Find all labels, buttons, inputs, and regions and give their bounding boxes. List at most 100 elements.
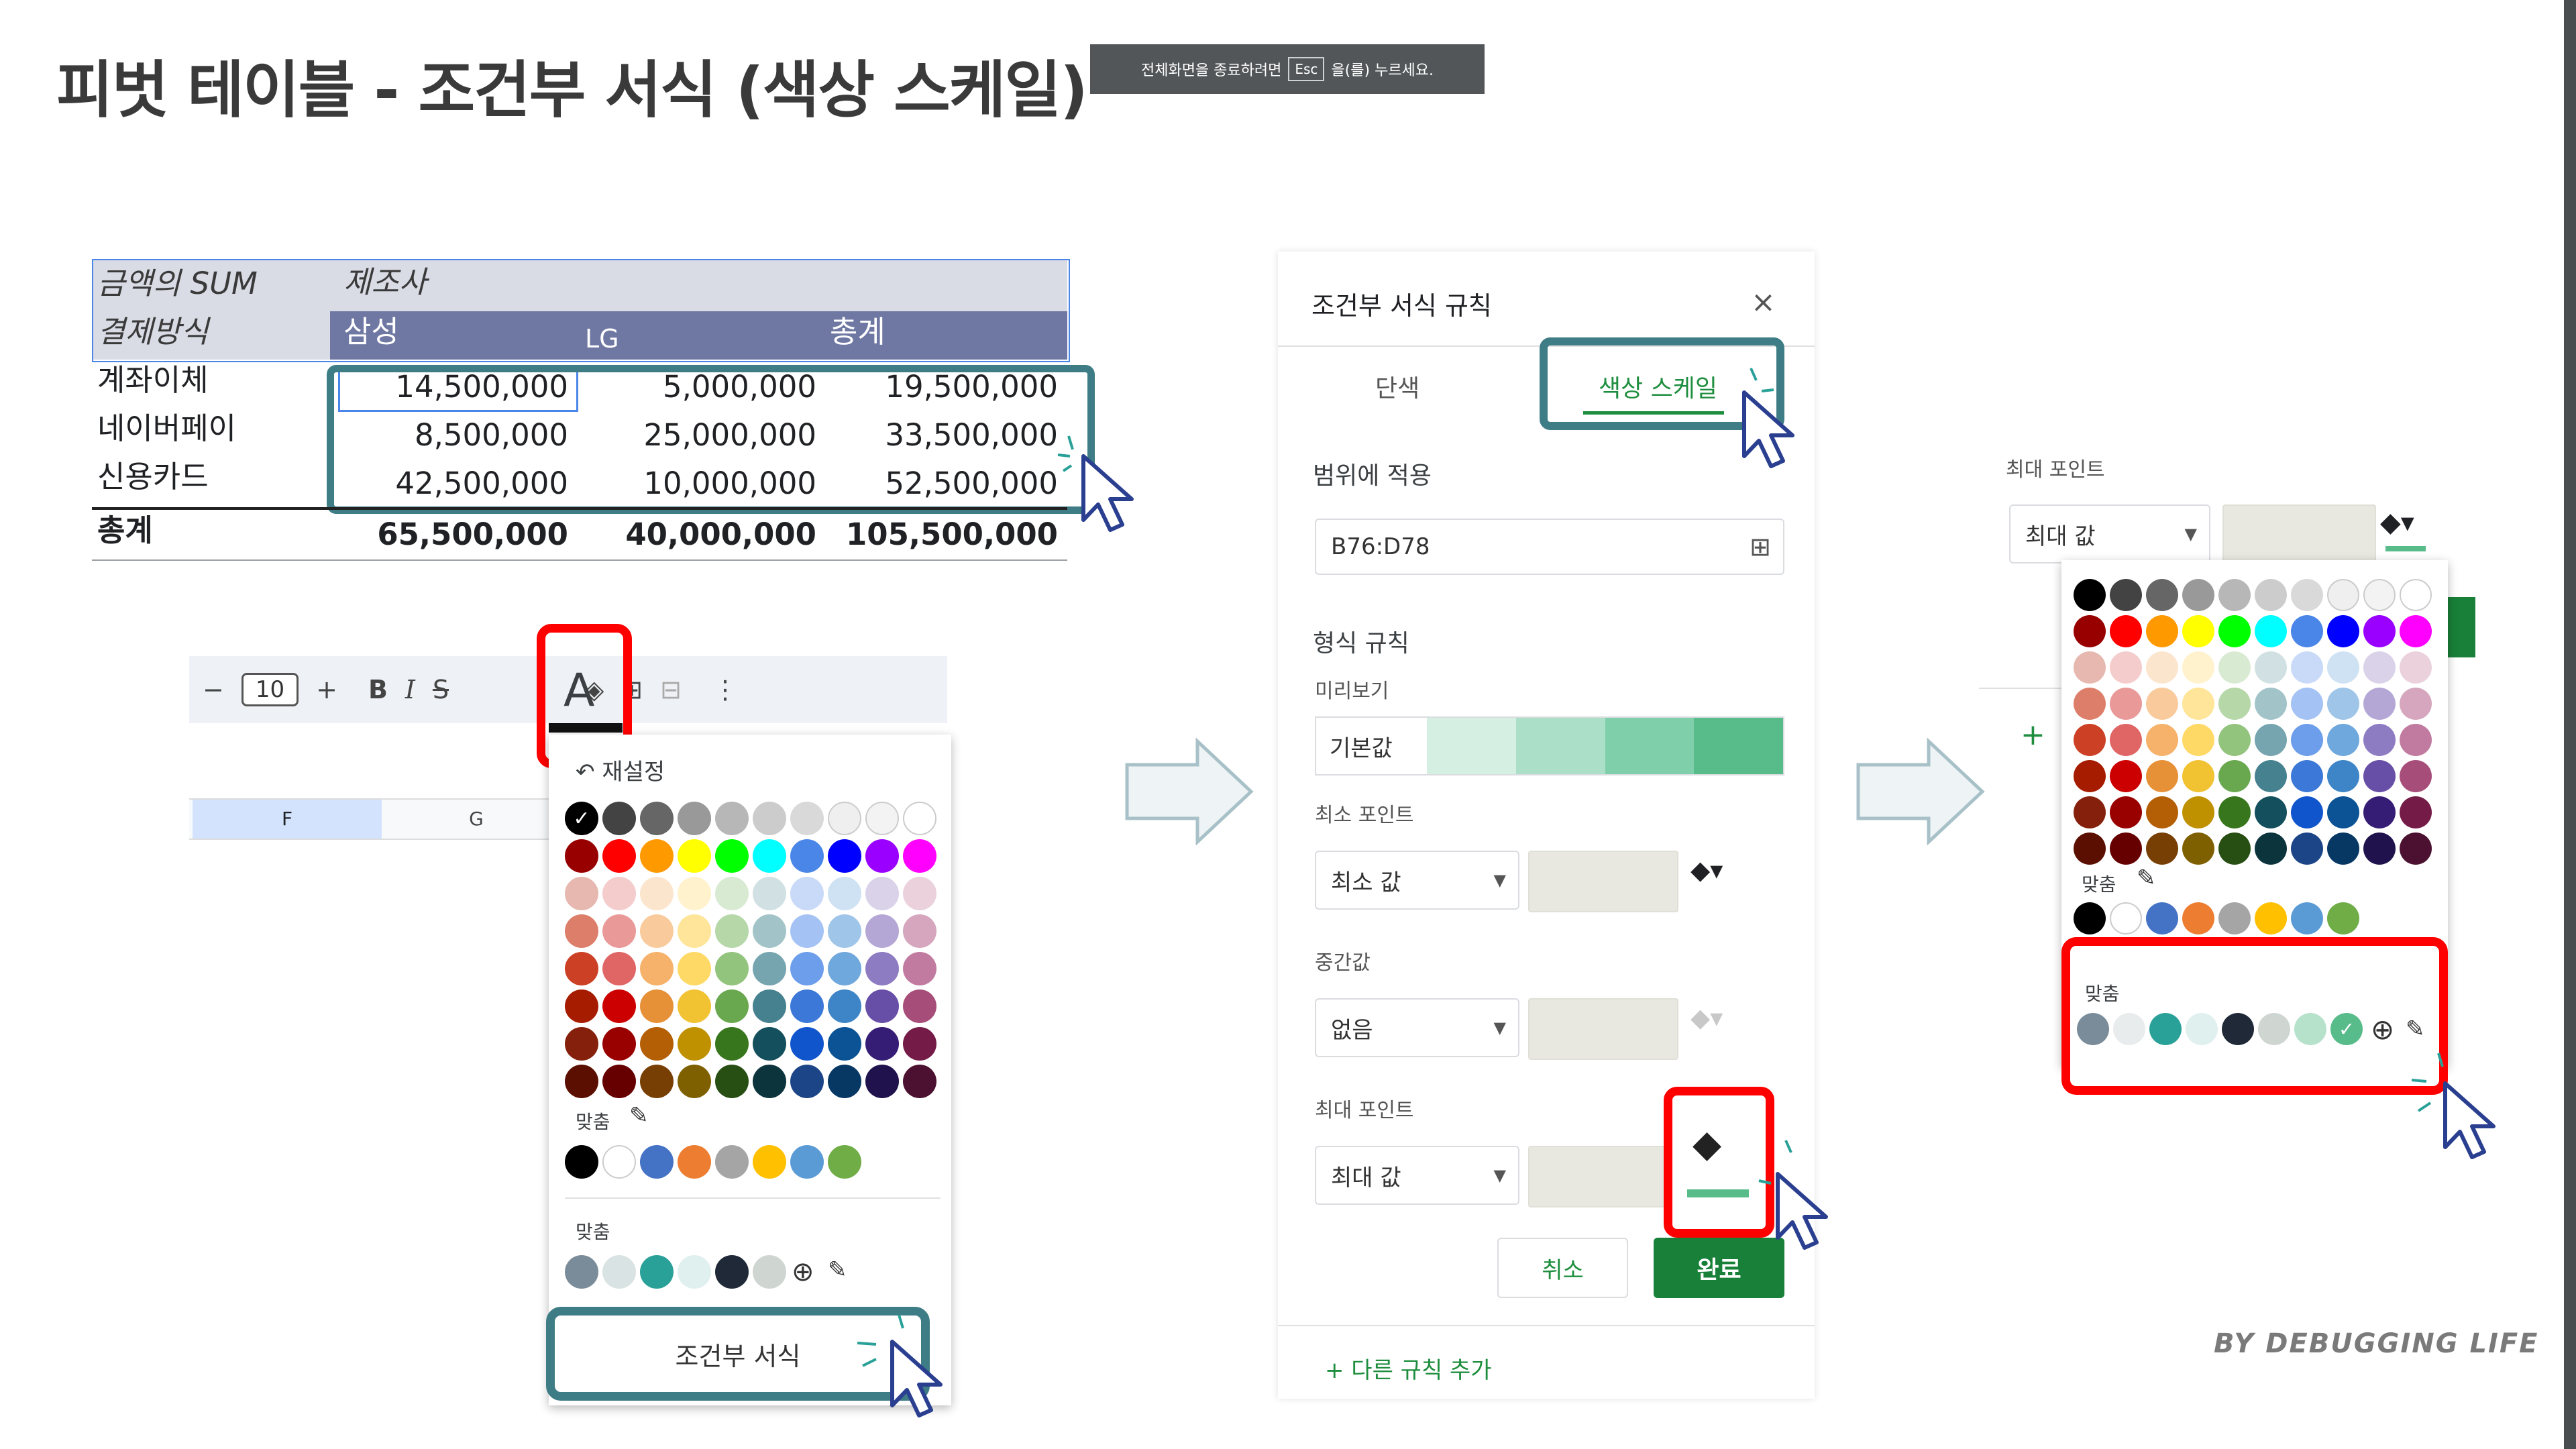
color-swatch[interactable] <box>865 877 899 910</box>
color-swatch[interactable] <box>2110 760 2142 792</box>
fill-color-icon[interactable]: ◆▾ <box>2380 507 2414 538</box>
color-swatch[interactable] <box>715 839 749 873</box>
color-swatch[interactable] <box>2255 760 2287 792</box>
color-swatch[interactable] <box>903 839 936 873</box>
color-swatch[interactable] <box>753 914 786 948</box>
color-swatch[interactable] <box>753 802 786 835</box>
add-color-icon[interactable]: ⊕ <box>792 1256 814 1287</box>
color-swatch[interactable] <box>2218 651 2251 684</box>
color-swatch[interactable] <box>790 877 824 910</box>
color-swatch[interactable] <box>2146 902 2178 934</box>
color-swatch[interactable] <box>2182 651 2214 684</box>
color-swatch[interactable] <box>2218 724 2251 756</box>
color-swatch[interactable] <box>903 1065 936 1098</box>
color-swatch[interactable] <box>640 989 674 1023</box>
color-swatch[interactable] <box>2074 760 2106 792</box>
color-swatch[interactable] <box>2400 833 2432 865</box>
color-swatch[interactable] <box>2291 796 2323 828</box>
bold-button[interactable]: B <box>368 675 388 704</box>
max-value-input[interactable] <box>2222 504 2376 566</box>
color-swatch[interactable] <box>2258 1013 2290 1045</box>
color-swatch[interactable] <box>753 1027 786 1061</box>
color-swatch[interactable] <box>2400 651 2432 684</box>
color-swatch[interactable] <box>790 802 824 835</box>
color-swatch[interactable] <box>2182 760 2214 792</box>
cancel-button[interactable]: 취소 <box>1497 1238 1628 1298</box>
color-swatch[interactable] <box>903 802 936 835</box>
eyedropper-icon[interactable]: ✎ <box>2406 1016 2425 1042</box>
color-swatch[interactable] <box>2218 688 2251 720</box>
color-swatch[interactable] <box>640 1027 674 1061</box>
color-swatch[interactable] <box>2291 760 2323 792</box>
color-swatch[interactable] <box>2182 724 2214 756</box>
color-swatch[interactable] <box>2146 796 2178 828</box>
color-swatch[interactable] <box>2146 688 2178 720</box>
color-swatch[interactable] <box>2110 579 2142 611</box>
color-swatch[interactable] <box>2077 1013 2109 1045</box>
color-swatch[interactable] <box>2327 760 2359 792</box>
color-swatch[interactable] <box>865 952 899 985</box>
range-input[interactable]: B76:D78 ⊞ <box>1315 519 1784 575</box>
color-swatch[interactable] <box>565 1027 598 1061</box>
merge-cells-icon[interactable]: ⊟ <box>660 675 682 704</box>
color-swatch[interactable] <box>2182 796 2214 828</box>
color-swatch[interactable] <box>753 1065 786 1098</box>
color-swatch[interactable] <box>2146 760 2178 792</box>
color-swatch[interactable] <box>2363 688 2396 720</box>
color-swatch[interactable] <box>640 952 674 985</box>
column-header-f[interactable]: F <box>193 800 382 839</box>
color-swatch[interactable] <box>2291 724 2323 756</box>
color-swatch[interactable] <box>678 989 711 1023</box>
color-swatch[interactable] <box>790 1145 824 1179</box>
min-point-select[interactable]: 최소 값 ▼ <box>1315 851 1519 910</box>
color-swatch[interactable] <box>715 1255 749 1289</box>
color-swatch[interactable] <box>2327 902 2359 934</box>
color-swatch[interactable] <box>678 1065 711 1098</box>
color-swatch[interactable] <box>2363 615 2396 647</box>
color-swatch[interactable] <box>865 839 899 873</box>
tab-single-color[interactable]: 단색 <box>1375 369 1419 404</box>
color-swatch[interactable] <box>753 877 786 910</box>
color-swatch[interactable] <box>640 1065 674 1098</box>
color-swatch[interactable] <box>2400 688 2432 720</box>
color-swatch[interactable] <box>2363 796 2396 828</box>
color-swatch[interactable] <box>715 914 749 948</box>
color-swatch[interactable] <box>2291 615 2323 647</box>
max-point-select[interactable]: 최대 값 ▼ <box>1315 1146 1519 1205</box>
preview-bar[interactable]: 기본값 <box>1315 716 1784 775</box>
max-value-input[interactable] <box>1528 1146 1678 1208</box>
color-swatch[interactable] <box>2222 1013 2254 1045</box>
color-swatch[interactable] <box>2110 724 2142 756</box>
color-swatch[interactable] <box>2255 833 2287 865</box>
color-swatch[interactable] <box>2182 902 2214 934</box>
strikethrough-button[interactable]: S <box>433 675 449 704</box>
color-swatch[interactable] <box>865 914 899 948</box>
color-swatch[interactable] <box>753 839 786 873</box>
color-swatch[interactable] <box>903 1027 936 1061</box>
color-swatch[interactable] <box>828 877 861 910</box>
color-swatch[interactable] <box>715 952 749 985</box>
reset-option[interactable]: ↶ 재설정 <box>576 753 665 786</box>
color-swatch[interactable] <box>828 1065 861 1098</box>
add-rule-plus-icon[interactable]: + <box>2021 718 2045 752</box>
color-swatch[interactable] <box>678 914 711 948</box>
color-swatch[interactable] <box>753 952 786 985</box>
color-swatch[interactable] <box>678 877 711 910</box>
color-swatch[interactable] <box>865 1027 899 1061</box>
color-swatch[interactable] <box>640 1255 674 1289</box>
color-swatch[interactable] <box>2363 833 2396 865</box>
color-swatch[interactable] <box>2294 1013 2326 1045</box>
color-swatch[interactable] <box>2074 724 2106 756</box>
color-swatch[interactable] <box>2182 688 2214 720</box>
color-swatch[interactable] <box>2074 688 2106 720</box>
color-swatch[interactable] <box>2400 579 2432 611</box>
add-rule-link[interactable]: + 다른 규칙 추가 <box>1325 1352 1492 1385</box>
color-swatch[interactable] <box>715 877 749 910</box>
more-options-icon[interactable]: ⋮ <box>712 675 738 704</box>
color-swatch[interactable] <box>602 1065 636 1098</box>
fill-color-icon[interactable]: ◆▾ <box>1690 1003 1723 1032</box>
color-swatch[interactable] <box>2218 579 2251 611</box>
pivot-row-label[interactable]: 네이버페이 <box>97 413 236 443</box>
color-swatch[interactable] <box>828 1145 861 1179</box>
color-swatch[interactable] <box>678 952 711 985</box>
